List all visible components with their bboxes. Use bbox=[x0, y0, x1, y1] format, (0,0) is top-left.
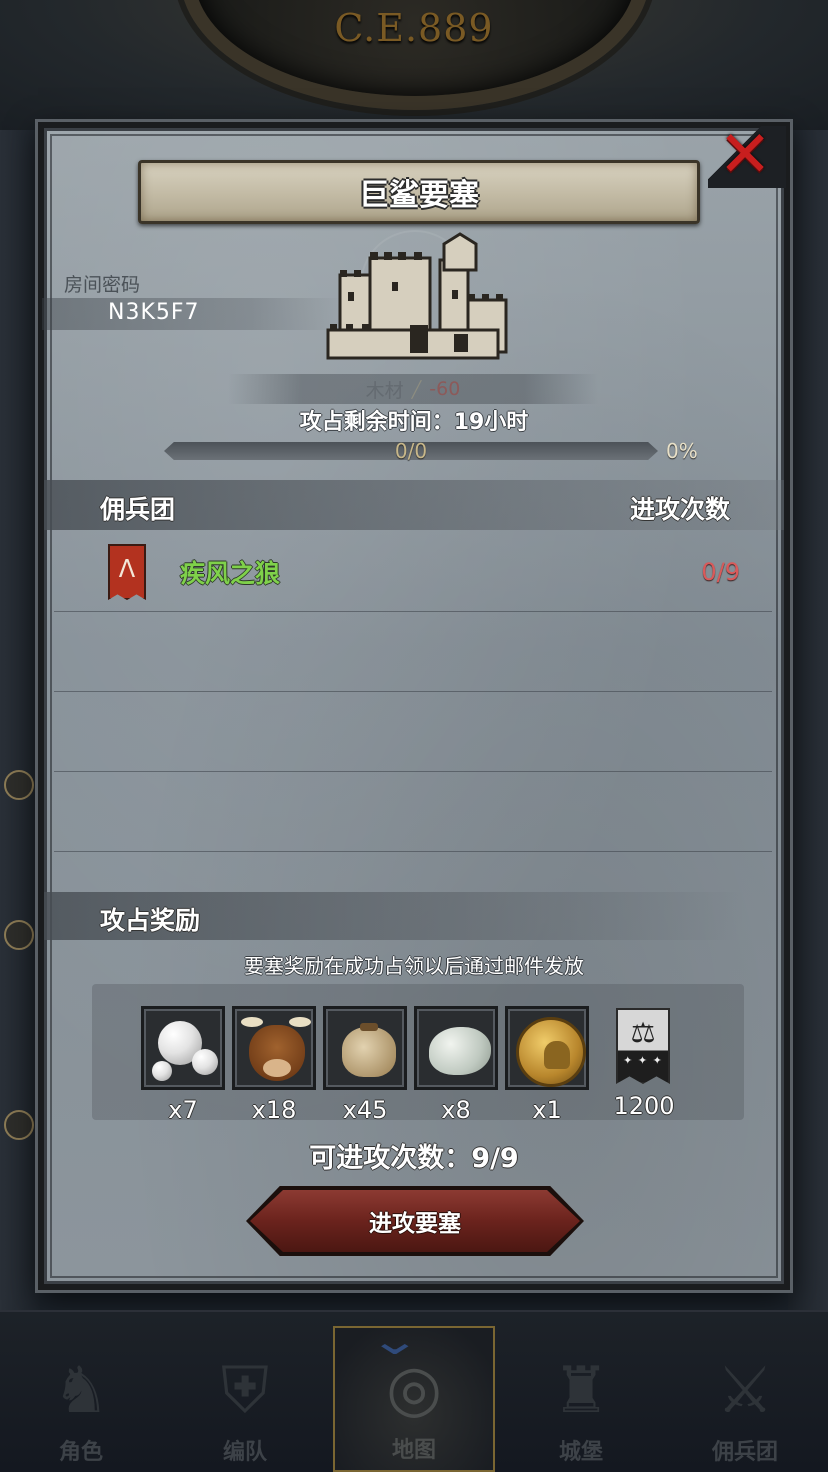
grain-sack-icon bbox=[323, 1006, 407, 1090]
cost-value: -60 bbox=[429, 378, 461, 400]
column-header-mercenary: 佣兵团 bbox=[100, 495, 176, 524]
table-row[interactable]: ᐱ 疾风之狼 0/9 bbox=[54, 532, 772, 612]
nav-label: 佣兵团 bbox=[711, 1440, 778, 1465]
room-code-label: 房间密码 bbox=[64, 274, 141, 296]
mercenary-icon: ⚔ bbox=[716, 1354, 774, 1428]
merit-banner-icon: ⚖ ✦ ✦ ✦ bbox=[616, 1008, 670, 1084]
occupation-time: 攻占剩余时间：19小时 bbox=[299, 410, 529, 435]
table-row bbox=[54, 692, 772, 772]
reward-quantity: 1200 bbox=[613, 1092, 675, 1120]
reward-item-ox[interactable]: x18 bbox=[232, 1006, 316, 1124]
attack-fortress-button[interactable]: 进攻要塞 bbox=[250, 1190, 580, 1252]
cost-label: 木材 bbox=[365, 379, 404, 402]
chevron-down-icon: ⌄ bbox=[367, 1318, 422, 1364]
attack-button-label: 进攻要塞 bbox=[369, 1211, 461, 1237]
room-code-value[interactable]: N3K5F7 bbox=[108, 300, 200, 325]
progress-percent: 0% bbox=[666, 439, 698, 463]
fortress-title: 巨鲨要塞 bbox=[359, 178, 479, 213]
attack-count: 0/9 bbox=[701, 558, 740, 586]
nav-item-castle[interactable]: ♜ 城堡 bbox=[506, 1326, 656, 1472]
table-row bbox=[54, 772, 772, 852]
reward-quantity: x8 bbox=[441, 1096, 471, 1124]
era-label: C.E.889 bbox=[334, 6, 494, 50]
reward-item-pearl[interactable]: x7 bbox=[141, 1006, 225, 1124]
reward-quantity: x45 bbox=[342, 1096, 388, 1124]
wolf-banner-icon: ᐱ bbox=[108, 544, 146, 600]
map-side-right bbox=[788, 130, 828, 1310]
reward-quantity: x1 bbox=[532, 1096, 562, 1124]
top-bar-background: C.E.889 bbox=[0, 0, 828, 130]
nav-label: 角色 bbox=[58, 1440, 103, 1465]
reward-item-coin[interactable]: x1 bbox=[505, 1006, 589, 1124]
knight-coin-icon bbox=[505, 1006, 589, 1090]
map-marker-icon[interactable] bbox=[4, 920, 34, 950]
nav-item-mercenary[interactable]: ⚔ 佣兵团 bbox=[670, 1326, 820, 1472]
reward-item-stone[interactable]: x8 bbox=[414, 1006, 498, 1124]
map-side-left bbox=[0, 130, 40, 1310]
table-row bbox=[54, 612, 772, 692]
stone-icon bbox=[414, 1006, 498, 1090]
knight-icon: ♞ bbox=[52, 1354, 110, 1428]
wolf-icon: ᐱ bbox=[118, 555, 136, 583]
ox-icon bbox=[232, 1006, 316, 1090]
progress-text: 0/0 bbox=[394, 439, 428, 463]
reward-quantity: x18 bbox=[251, 1096, 297, 1124]
reward-item-merit[interactable]: ⚖ ✦ ✦ ✦ 1200 bbox=[602, 1006, 686, 1120]
reward-title: 攻占奖励 bbox=[100, 906, 201, 935]
nav-item-character[interactable]: ♞ 角色 bbox=[6, 1326, 156, 1472]
map-marker-icon[interactable] bbox=[4, 770, 34, 800]
reward-note: 要塞奖励在成功占领以后通过邮件发放 bbox=[244, 954, 584, 978]
title-banner: 巨鲨要塞 bbox=[138, 160, 700, 224]
close-icon: ✕ bbox=[718, 118, 772, 192]
resource-cost: 木材 ╱ -60 bbox=[228, 374, 598, 404]
nav-label: 城堡 bbox=[558, 1440, 603, 1465]
nav-label: 编队 bbox=[222, 1440, 267, 1465]
column-header-attacks: 进攻次数 bbox=[630, 495, 731, 524]
mercenary-name: 疾风之狼 bbox=[180, 559, 281, 588]
nav-label: 地图 bbox=[391, 1438, 436, 1463]
castle-icon bbox=[326, 232, 508, 360]
castle-icon: ♜ bbox=[552, 1354, 610, 1428]
pearl-icon bbox=[141, 1006, 225, 1090]
reward-quantity: x7 bbox=[168, 1096, 198, 1124]
reward-item-grain[interactable]: x45 bbox=[323, 1006, 407, 1124]
wood-icon: ╱ bbox=[411, 379, 422, 399]
nav-item-formation[interactable]: ⛨ 编队 bbox=[170, 1326, 320, 1472]
helmet-icon: ⛨ bbox=[221, 1354, 269, 1428]
close-button[interactable]: ✕ bbox=[700, 120, 790, 190]
attempts-remaining: 可进攻次数：9/9 bbox=[309, 1143, 519, 1174]
